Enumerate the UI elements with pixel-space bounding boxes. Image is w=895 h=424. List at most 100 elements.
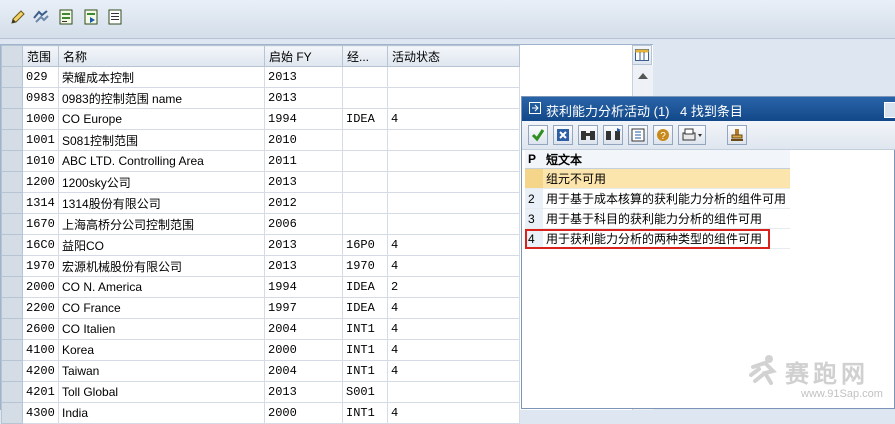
start-fy-cell[interactable]: 2013	[264, 381, 343, 403]
list-item[interactable]: 3 用于基于科目的获利能力分析的组件可用	[525, 208, 790, 229]
operating-concern-cell[interactable]: 1970	[342, 255, 388, 277]
operating-concern-cell[interactable]	[342, 129, 388, 151]
column-header-start-fy[interactable]: 启始 FY	[264, 45, 343, 67]
table-row[interactable]: 2200 CO France 1997 IDEA 4	[1, 297, 520, 319]
document-arrow-icon[interactable]	[82, 8, 100, 26]
activity-status-cell[interactable]	[387, 192, 520, 214]
area-code-cell[interactable]: 4100	[22, 339, 59, 361]
start-fy-cell[interactable]: 1997	[264, 297, 343, 319]
name-cell[interactable]: S081控制范围	[58, 129, 265, 151]
start-fy-cell[interactable]: 2013	[264, 234, 343, 256]
start-fy-cell[interactable]: 2013	[264, 255, 343, 277]
table-row[interactable]: 2000 CO N. America 1994 IDEA 2	[1, 276, 520, 298]
start-fy-cell[interactable]: 2012	[264, 192, 343, 214]
area-code-cell[interactable]: 1200	[22, 171, 59, 193]
start-fy-cell[interactable]: 2011	[264, 150, 343, 172]
key-cell[interactable]: 3	[525, 208, 543, 229]
column-header-p[interactable]: P	[525, 150, 543, 169]
operating-concern-cell[interactable]: 16P0	[342, 234, 388, 256]
list-item[interactable]: 组元不可用	[525, 168, 790, 189]
table-row[interactable]: 1010 ABC LTD. Controlling Area 2011	[1, 150, 520, 172]
activity-status-cell[interactable]: 4	[387, 360, 520, 382]
activity-status-cell[interactable]: 4	[387, 297, 520, 319]
area-code-cell[interactable]: 1314	[22, 192, 59, 214]
find-next-icon[interactable]	[603, 125, 623, 145]
activity-status-cell[interactable]: 4	[387, 234, 520, 256]
area-code-cell[interactable]: 2000	[22, 276, 59, 298]
operating-concern-cell[interactable]	[342, 150, 388, 172]
table-row[interactable]: 4200 Taiwan 2004 INT1 4	[1, 360, 520, 382]
cancel-x-icon[interactable]	[553, 125, 573, 145]
area-code-cell[interactable]: 2600	[22, 318, 59, 340]
table-row[interactable]: 029 荣耀成本控制 2013	[1, 66, 520, 88]
row-selector[interactable]	[1, 402, 23, 424]
short-text-cell[interactable]: 用于基于科目的获利能力分析的组件可用	[543, 208, 790, 229]
name-cell[interactable]: CO France	[58, 297, 265, 319]
column-header-operating-concern[interactable]: 经...	[342, 45, 388, 67]
operating-concern-cell[interactable]: IDEA	[342, 297, 388, 319]
activity-status-cell[interactable]: 4	[387, 255, 520, 277]
name-cell[interactable]: ABC LTD. Controlling Area	[58, 150, 265, 172]
table-row[interactable]: 0983 0983的控制范围 name 2013	[1, 87, 520, 109]
name-cell[interactable]: 1200sky公司	[58, 171, 265, 193]
row-selector[interactable]	[1, 171, 23, 193]
activity-status-cell[interactable]: 4	[387, 402, 520, 424]
operating-concern-cell[interactable]	[342, 171, 388, 193]
activity-status-cell[interactable]: 4	[387, 318, 520, 340]
operating-concern-cell[interactable]: INT1	[342, 402, 388, 424]
short-text-cell[interactable]: 组元不可用	[543, 168, 790, 189]
name-cell[interactable]: 荣耀成本控制	[58, 66, 265, 88]
area-code-cell[interactable]: 1670	[22, 213, 59, 235]
row-selector[interactable]	[1, 255, 23, 277]
pencil-icon[interactable]	[9, 8, 27, 26]
row-selector[interactable]	[1, 318, 23, 340]
area-code-cell[interactable]: 4300	[22, 402, 59, 424]
sort-icon[interactable]	[628, 125, 648, 145]
name-cell[interactable]: Toll Global	[58, 381, 265, 403]
operating-concern-cell[interactable]: IDEA	[342, 276, 388, 298]
key-cell[interactable]: 4	[525, 228, 543, 249]
activity-status-cell[interactable]	[387, 66, 520, 88]
area-code-cell[interactable]: 029	[22, 66, 59, 88]
name-cell[interactable]: 益阳CO	[58, 234, 265, 256]
activity-status-cell[interactable]	[387, 87, 520, 109]
name-cell[interactable]: 1314股份有限公司	[58, 192, 265, 214]
table-row[interactable]: 1000 CO Europe 1994 IDEA 4	[1, 108, 520, 130]
table-row[interactable]: 1001 S081控制范围 2010	[1, 129, 520, 151]
name-cell[interactable]: 上海高桥分公司控制范围	[58, 213, 265, 235]
dialog-title-bar[interactable]: 获利能力分析活动 (1) 4 找到条目	[522, 97, 895, 121]
start-fy-cell[interactable]: 1994	[264, 108, 343, 130]
select-all-cell[interactable]	[1, 45, 23, 67]
table-row[interactable]: 2600 CO Italien 2004 INT1 4	[1, 318, 520, 340]
name-cell[interactable]: Taiwan	[58, 360, 265, 382]
column-header-short-text[interactable]: 短文本	[543, 150, 790, 169]
table-row[interactable]: 16C0 益阳CO 2013 16P0 4	[1, 234, 520, 256]
operating-concern-cell[interactable]	[342, 192, 388, 214]
start-fy-cell[interactable]: 2013	[264, 66, 343, 88]
area-code-cell[interactable]: 1970	[22, 255, 59, 277]
column-header-activity-status[interactable]: 活动状态	[387, 45, 520, 67]
document-list-icon[interactable]	[106, 8, 124, 26]
table-row[interactable]: 1314 1314股份有限公司 2012	[1, 192, 520, 214]
area-code-cell[interactable]: 1010	[22, 150, 59, 172]
name-cell[interactable]: CO Italien	[58, 318, 265, 340]
list-item[interactable]: 4 用于获利能力分析的两种类型的组件可用	[525, 228, 790, 249]
row-selector[interactable]	[1, 66, 23, 88]
help-icon[interactable]: ?	[653, 125, 673, 145]
activity-status-cell[interactable]	[387, 381, 520, 403]
table-row[interactable]: 4201 Toll Global 2013 S001	[1, 381, 520, 403]
table-row[interactable]: 1970 宏源机械股份有限公司 2013 1970 4	[1, 255, 520, 277]
row-selector[interactable]	[1, 192, 23, 214]
row-selector[interactable]	[1, 381, 23, 403]
operating-concern-cell[interactable]: INT1	[342, 339, 388, 361]
column-header-name[interactable]: 名称	[58, 45, 265, 67]
row-selector[interactable]	[1, 234, 23, 256]
area-code-cell[interactable]: 0983	[22, 87, 59, 109]
area-code-cell[interactable]: 4201	[22, 381, 59, 403]
start-fy-cell[interactable]: 2006	[264, 213, 343, 235]
area-code-cell[interactable]: 4200	[22, 360, 59, 382]
name-cell[interactable]: 宏源机械股份有限公司	[58, 255, 265, 277]
operating-concern-cell[interactable]: S001	[342, 381, 388, 403]
operating-concern-cell[interactable]: INT1	[342, 360, 388, 382]
area-code-cell[interactable]: 1000	[22, 108, 59, 130]
